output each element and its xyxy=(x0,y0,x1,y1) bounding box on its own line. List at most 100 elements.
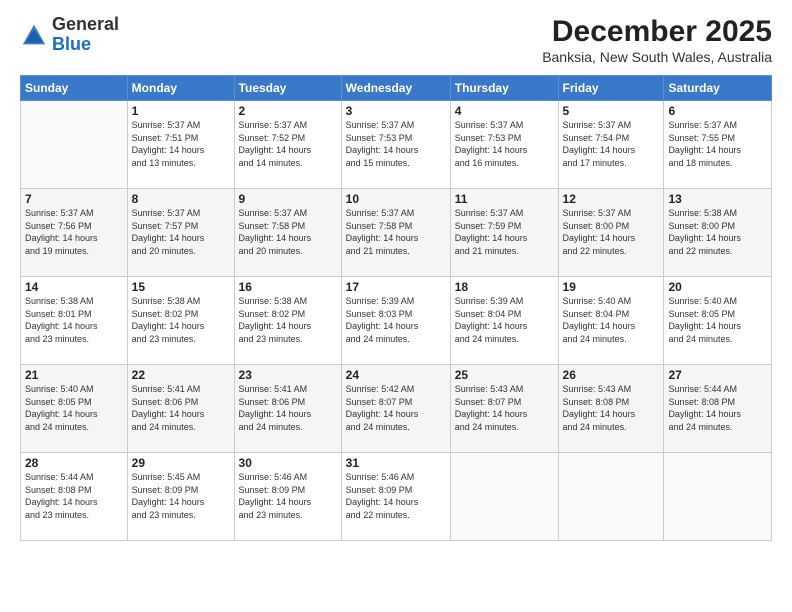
day-number: 26 xyxy=(563,368,660,382)
page: General Blue December 2025 Banksia, New … xyxy=(0,0,792,612)
calendar-cell: 22Sunrise: 5:41 AM Sunset: 8:06 PM Dayli… xyxy=(127,365,234,453)
day-number: 30 xyxy=(239,456,337,470)
calendar-cell xyxy=(450,453,558,541)
day-info: Sunrise: 5:38 AM Sunset: 8:02 PM Dayligh… xyxy=(132,295,230,345)
calendar-cell: 26Sunrise: 5:43 AM Sunset: 8:08 PM Dayli… xyxy=(558,365,664,453)
subtitle: Banksia, New South Wales, Australia xyxy=(542,49,772,65)
calendar-cell xyxy=(664,453,772,541)
logo-blue: Blue xyxy=(52,35,119,55)
calendar-cell: 16Sunrise: 5:38 AM Sunset: 8:02 PM Dayli… xyxy=(234,277,341,365)
day-number: 20 xyxy=(668,280,767,294)
calendar-cell: 25Sunrise: 5:43 AM Sunset: 8:07 PM Dayli… xyxy=(450,365,558,453)
calendar-cell: 29Sunrise: 5:45 AM Sunset: 8:09 PM Dayli… xyxy=(127,453,234,541)
calendar-cell: 4Sunrise: 5:37 AM Sunset: 7:53 PM Daylig… xyxy=(450,101,558,189)
logo-general: General xyxy=(52,15,119,35)
day-number: 11 xyxy=(455,192,554,206)
calendar: SundayMondayTuesdayWednesdayThursdayFrid… xyxy=(20,75,772,541)
calendar-cell: 23Sunrise: 5:41 AM Sunset: 8:06 PM Dayli… xyxy=(234,365,341,453)
calendar-cell: 13Sunrise: 5:38 AM Sunset: 8:00 PM Dayli… xyxy=(664,189,772,277)
day-number: 24 xyxy=(346,368,446,382)
day-info: Sunrise: 5:37 AM Sunset: 7:56 PM Dayligh… xyxy=(25,207,123,257)
calendar-cell: 8Sunrise: 5:37 AM Sunset: 7:57 PM Daylig… xyxy=(127,189,234,277)
week-row-4: 21Sunrise: 5:40 AM Sunset: 8:05 PM Dayli… xyxy=(21,365,772,453)
day-number: 7 xyxy=(25,192,123,206)
day-info: Sunrise: 5:40 AM Sunset: 8:04 PM Dayligh… xyxy=(563,295,660,345)
calendar-cell xyxy=(558,453,664,541)
calendar-cell: 27Sunrise: 5:44 AM Sunset: 8:08 PM Dayli… xyxy=(664,365,772,453)
day-info: Sunrise: 5:37 AM Sunset: 7:53 PM Dayligh… xyxy=(346,119,446,169)
day-info: Sunrise: 5:37 AM Sunset: 8:00 PM Dayligh… xyxy=(563,207,660,257)
calendar-cell: 2Sunrise: 5:37 AM Sunset: 7:52 PM Daylig… xyxy=(234,101,341,189)
weekday-header-wednesday: Wednesday xyxy=(341,76,450,101)
day-number: 17 xyxy=(346,280,446,294)
weekday-header-row: SundayMondayTuesdayWednesdayThursdayFrid… xyxy=(21,76,772,101)
calendar-cell: 30Sunrise: 5:46 AM Sunset: 8:09 PM Dayli… xyxy=(234,453,341,541)
calendar-cell: 20Sunrise: 5:40 AM Sunset: 8:05 PM Dayli… xyxy=(664,277,772,365)
title-section: December 2025 Banksia, New South Wales, … xyxy=(542,15,772,65)
calendar-cell: 17Sunrise: 5:39 AM Sunset: 8:03 PM Dayli… xyxy=(341,277,450,365)
weekday-header-friday: Friday xyxy=(558,76,664,101)
day-info: Sunrise: 5:43 AM Sunset: 8:08 PM Dayligh… xyxy=(563,383,660,433)
day-info: Sunrise: 5:37 AM Sunset: 7:55 PM Dayligh… xyxy=(668,119,767,169)
day-number: 5 xyxy=(563,104,660,118)
day-number: 15 xyxy=(132,280,230,294)
day-number: 6 xyxy=(668,104,767,118)
calendar-cell: 9Sunrise: 5:37 AM Sunset: 7:58 PM Daylig… xyxy=(234,189,341,277)
week-row-3: 14Sunrise: 5:38 AM Sunset: 8:01 PM Dayli… xyxy=(21,277,772,365)
weekday-header-monday: Monday xyxy=(127,76,234,101)
day-info: Sunrise: 5:37 AM Sunset: 7:51 PM Dayligh… xyxy=(132,119,230,169)
day-number: 14 xyxy=(25,280,123,294)
day-number: 25 xyxy=(455,368,554,382)
calendar-cell: 18Sunrise: 5:39 AM Sunset: 8:04 PM Dayli… xyxy=(450,277,558,365)
main-title: December 2025 xyxy=(542,15,772,49)
day-number: 8 xyxy=(132,192,230,206)
day-info: Sunrise: 5:46 AM Sunset: 8:09 PM Dayligh… xyxy=(346,471,446,521)
calendar-cell: 21Sunrise: 5:40 AM Sunset: 8:05 PM Dayli… xyxy=(21,365,128,453)
day-info: Sunrise: 5:40 AM Sunset: 8:05 PM Dayligh… xyxy=(25,383,123,433)
header: General Blue December 2025 Banksia, New … xyxy=(20,15,772,65)
day-number: 4 xyxy=(455,104,554,118)
day-info: Sunrise: 5:37 AM Sunset: 7:52 PM Dayligh… xyxy=(239,119,337,169)
day-info: Sunrise: 5:41 AM Sunset: 8:06 PM Dayligh… xyxy=(239,383,337,433)
weekday-header-sunday: Sunday xyxy=(21,76,128,101)
day-info: Sunrise: 5:44 AM Sunset: 8:08 PM Dayligh… xyxy=(668,383,767,433)
weekday-header-thursday: Thursday xyxy=(450,76,558,101)
day-number: 18 xyxy=(455,280,554,294)
day-info: Sunrise: 5:37 AM Sunset: 7:58 PM Dayligh… xyxy=(239,207,337,257)
calendar-cell: 15Sunrise: 5:38 AM Sunset: 8:02 PM Dayli… xyxy=(127,277,234,365)
day-info: Sunrise: 5:43 AM Sunset: 8:07 PM Dayligh… xyxy=(455,383,554,433)
calendar-cell: 1Sunrise: 5:37 AM Sunset: 7:51 PM Daylig… xyxy=(127,101,234,189)
day-number: 1 xyxy=(132,104,230,118)
day-number: 28 xyxy=(25,456,123,470)
day-number: 19 xyxy=(563,280,660,294)
calendar-cell: 19Sunrise: 5:40 AM Sunset: 8:04 PM Dayli… xyxy=(558,277,664,365)
week-row-5: 28Sunrise: 5:44 AM Sunset: 8:08 PM Dayli… xyxy=(21,453,772,541)
week-row-2: 7Sunrise: 5:37 AM Sunset: 7:56 PM Daylig… xyxy=(21,189,772,277)
day-number: 3 xyxy=(346,104,446,118)
day-number: 16 xyxy=(239,280,337,294)
day-number: 23 xyxy=(239,368,337,382)
day-info: Sunrise: 5:38 AM Sunset: 8:02 PM Dayligh… xyxy=(239,295,337,345)
calendar-cell: 24Sunrise: 5:42 AM Sunset: 8:07 PM Dayli… xyxy=(341,365,450,453)
day-info: Sunrise: 5:39 AM Sunset: 8:04 PM Dayligh… xyxy=(455,295,554,345)
calendar-cell: 12Sunrise: 5:37 AM Sunset: 8:00 PM Dayli… xyxy=(558,189,664,277)
day-number: 10 xyxy=(346,192,446,206)
day-number: 29 xyxy=(132,456,230,470)
logo: General Blue xyxy=(20,15,119,55)
day-number: 21 xyxy=(25,368,123,382)
weekday-header-tuesday: Tuesday xyxy=(234,76,341,101)
day-number: 31 xyxy=(346,456,446,470)
calendar-cell: 10Sunrise: 5:37 AM Sunset: 7:58 PM Dayli… xyxy=(341,189,450,277)
day-info: Sunrise: 5:41 AM Sunset: 8:06 PM Dayligh… xyxy=(132,383,230,433)
day-number: 12 xyxy=(563,192,660,206)
day-info: Sunrise: 5:38 AM Sunset: 8:00 PM Dayligh… xyxy=(668,207,767,257)
calendar-cell: 14Sunrise: 5:38 AM Sunset: 8:01 PM Dayli… xyxy=(21,277,128,365)
day-info: Sunrise: 5:42 AM Sunset: 8:07 PM Dayligh… xyxy=(346,383,446,433)
calendar-cell: 11Sunrise: 5:37 AM Sunset: 7:59 PM Dayli… xyxy=(450,189,558,277)
logo-text: General Blue xyxy=(52,15,119,55)
day-number: 9 xyxy=(239,192,337,206)
day-info: Sunrise: 5:37 AM Sunset: 7:53 PM Dayligh… xyxy=(455,119,554,169)
day-info: Sunrise: 5:37 AM Sunset: 7:59 PM Dayligh… xyxy=(455,207,554,257)
week-row-1: 1Sunrise: 5:37 AM Sunset: 7:51 PM Daylig… xyxy=(21,101,772,189)
calendar-cell: 5Sunrise: 5:37 AM Sunset: 7:54 PM Daylig… xyxy=(558,101,664,189)
